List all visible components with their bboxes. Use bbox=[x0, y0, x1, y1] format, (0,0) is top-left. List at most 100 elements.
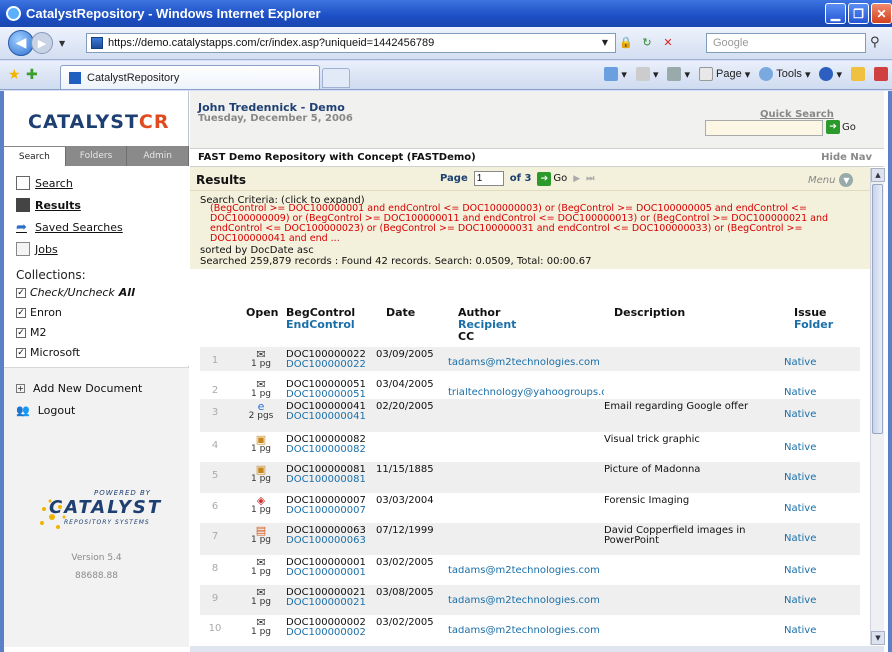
end-control[interactable]: DOC100000021 bbox=[286, 598, 366, 608]
table-row[interactable]: 9 ✉ 1 pg DOC100000021 DOC100000021 03/08/2005… bbox=[200, 585, 860, 615]
table-row[interactable]: 2 ✉ 1 pg DOC100000051 DOC100000051 03/04/2005… bbox=[200, 377, 860, 400]
open-document-button[interactable]: ✉ 1 pg bbox=[246, 349, 276, 369]
open-document-button[interactable]: ✉ 1 pg bbox=[246, 587, 276, 607]
criteria-text[interactable]: (BegControl >= DOC100000001 and endContr… bbox=[210, 204, 860, 244]
table-row[interactable]: 7 ▤ 1 pg DOC100000063 DOC100000063 07/12/1999… bbox=[200, 523, 860, 555]
native-link[interactable]: Native bbox=[784, 566, 816, 576]
end-control[interactable]: DOC100000022 bbox=[286, 360, 366, 370]
table-row[interactable]: 6 ◈ 1 pg DOC100000007 DOC100000007 03/03/2004… bbox=[200, 493, 860, 523]
native-link[interactable]: Native bbox=[784, 388, 816, 398]
tab-search[interactable]: Search bbox=[4, 146, 66, 166]
author-link[interactable]: tadams@m2technologies.com bbox=[448, 626, 604, 636]
end-control[interactable]: DOC100000081 bbox=[286, 475, 366, 485]
stats-button[interactable] bbox=[874, 67, 888, 81]
open-document-button[interactable]: ◈ 1 pg bbox=[246, 495, 276, 515]
end-control[interactable]: DOC100000001 bbox=[286, 568, 366, 578]
collection-microsoft[interactable]: ✓ Microsoft bbox=[16, 346, 80, 359]
end-control[interactable]: DOC100000002 bbox=[286, 628, 366, 638]
col-header-description[interactable]: Description bbox=[614, 307, 685, 319]
tab-folders[interactable]: Folders bbox=[66, 146, 128, 166]
home-button[interactable]: ▾ bbox=[604, 67, 627, 81]
open-document-button[interactable]: e2 pgs bbox=[246, 401, 276, 421]
stop-icon[interactable]: ✕ bbox=[659, 33, 677, 51]
open-document-button[interactable]: ✉ 1 pg bbox=[246, 617, 276, 637]
open-document-button[interactable]: ✉ 1 pg bbox=[246, 557, 276, 577]
native-link[interactable]: Native bbox=[784, 473, 816, 483]
help-button[interactable]: ▾ bbox=[819, 67, 842, 81]
history-dropdown-icon[interactable]: ▼ bbox=[59, 39, 65, 48]
results-menu-button[interactable]: Menu ▼ bbox=[808, 173, 854, 187]
logout-button[interactable]: 👥 Logout bbox=[16, 404, 75, 417]
close-icon[interactable]: ✕ bbox=[871, 3, 892, 24]
scroll-up-icon[interactable]: ▲ bbox=[871, 168, 885, 182]
native-link[interactable]: Native bbox=[784, 443, 816, 453]
table-row[interactable]: 8 ✉ 1 pg DOC100000001 DOC100000001 03/02/2005… bbox=[200, 555, 860, 585]
hide-nav-link[interactable]: Hide Nav bbox=[821, 152, 872, 163]
sidebar-item-saved-searches[interactable]: ➦ Saved Searches bbox=[16, 220, 123, 235]
open-document-button[interactable]: ✉ 1 pg bbox=[246, 379, 276, 399]
feeds-button[interactable]: ▾ bbox=[635, 67, 658, 81]
author-link[interactable]: tadams@m2technologies.com bbox=[448, 566, 604, 576]
search-icon[interactable]: ⚲ bbox=[870, 35, 880, 50]
table-row[interactable]: 4 ▣ 1 pg DOC100000082 DOC100000082 Visual tri… bbox=[200, 432, 860, 462]
native-link[interactable]: Native bbox=[784, 504, 816, 514]
collection-enron[interactable]: ✓ Enron bbox=[16, 306, 62, 319]
native-link[interactable]: Native bbox=[784, 410, 816, 420]
tools-menu-button[interactable]: Tools ▾ bbox=[759, 67, 810, 81]
browser-search-input[interactable]: Google bbox=[706, 33, 866, 53]
table-row[interactable]: 1 ✉ 1 pg DOC100000022 DOC100000022 03/09/2005… bbox=[200, 347, 860, 371]
sidebar-item-jobs[interactable]: Jobs bbox=[16, 242, 58, 256]
maximize-icon[interactable]: ❐ bbox=[848, 3, 869, 24]
table-row[interactable]: 5 ▣ 1 pg DOC100000081 DOC100000081 11/15/1885… bbox=[200, 462, 860, 493]
native-link[interactable]: Native bbox=[784, 626, 816, 636]
checkbox-checked-icon[interactable]: ✓ bbox=[16, 347, 26, 358]
quick-search-input[interactable] bbox=[705, 120, 823, 136]
horizontal-scrollbar[interactable] bbox=[190, 646, 884, 652]
refresh-icon[interactable]: ↻ bbox=[638, 33, 656, 51]
col-header-author[interactable]: Author Recipient CC bbox=[458, 307, 516, 343]
col-header-date[interactable]: Date bbox=[386, 307, 415, 319]
col-header-open[interactable]: Open bbox=[246, 307, 279, 319]
favorites-star-icon[interactable]: ★ bbox=[8, 67, 21, 83]
scroll-thumb[interactable] bbox=[872, 184, 883, 434]
native-link[interactable]: Native bbox=[784, 534, 816, 544]
open-document-button[interactable]: ▣ 1 pg bbox=[246, 464, 276, 484]
end-control[interactable]: DOC100000041 bbox=[286, 412, 366, 422]
open-document-button[interactable]: ▤ 1 pg bbox=[246, 525, 276, 545]
author-link[interactable]: trialtechnology@yahoogroups.c bbox=[448, 388, 604, 398]
quick-search-go-button[interactable]: ➔ Go bbox=[826, 120, 856, 134]
collection-check-all[interactable]: ✓ Check/Uncheck All bbox=[16, 286, 135, 299]
native-link[interactable]: Native bbox=[784, 596, 816, 606]
add-new-document-button[interactable]: + Add New Document bbox=[16, 382, 142, 395]
open-document-button[interactable]: ▣ 1 pg bbox=[246, 434, 276, 454]
author-link[interactable]: tadams@m2technologies.com bbox=[448, 596, 604, 606]
lock-icon[interactable]: 🔒 bbox=[617, 33, 635, 51]
end-control[interactable]: DOC100000082 bbox=[286, 445, 366, 455]
col-header-issue[interactable]: Issue Folder bbox=[794, 307, 833, 331]
sidebar-item-search[interactable]: Search bbox=[16, 176, 73, 190]
print-button[interactable]: ▾ bbox=[667, 67, 690, 81]
quick-search-label[interactable]: Quick Search bbox=[760, 109, 834, 120]
end-control[interactable]: DOC100000007 bbox=[286, 506, 366, 516]
col-header-begcontrol[interactable]: BegControl EndControl bbox=[286, 307, 355, 331]
collection-m2[interactable]: ✓ M2 bbox=[16, 326, 47, 339]
checkbox-checked-icon[interactable]: ✓ bbox=[16, 327, 26, 338]
next-page-icon[interactable]: ▶ bbox=[573, 174, 580, 184]
page-input[interactable] bbox=[473, 171, 504, 186]
end-control[interactable]: DOC100000063 bbox=[286, 536, 366, 546]
tab-admin[interactable]: Admin bbox=[127, 146, 190, 166]
new-tab-button[interactable] bbox=[322, 68, 350, 88]
page-go-button[interactable]: ➔ Go bbox=[537, 171, 567, 186]
forward-arrow-icon[interactable]: ▶ bbox=[31, 32, 53, 54]
last-page-icon[interactable]: ⏭ bbox=[586, 174, 594, 184]
url-field[interactable]: https://demo.catalystapps.com/cr/index.a… bbox=[86, 33, 616, 53]
checkbox-checked-icon[interactable]: ✓ bbox=[16, 287, 26, 298]
research-button[interactable] bbox=[851, 67, 865, 81]
scroll-down-icon[interactable]: ▼ bbox=[871, 631, 885, 645]
native-link[interactable]: Native bbox=[784, 358, 816, 368]
add-favorite-icon[interactable]: ✚ bbox=[26, 67, 38, 83]
tab-catalyst-repository[interactable]: CatalystRepository bbox=[60, 65, 320, 89]
sidebar-item-results[interactable]: Results bbox=[16, 198, 81, 212]
table-row[interactable]: 10 ✉ 1 pg DOC100000002 DOC100000002 03/02/200… bbox=[200, 615, 860, 645]
author-link[interactable]: tadams@m2technologies.com bbox=[448, 358, 604, 368]
